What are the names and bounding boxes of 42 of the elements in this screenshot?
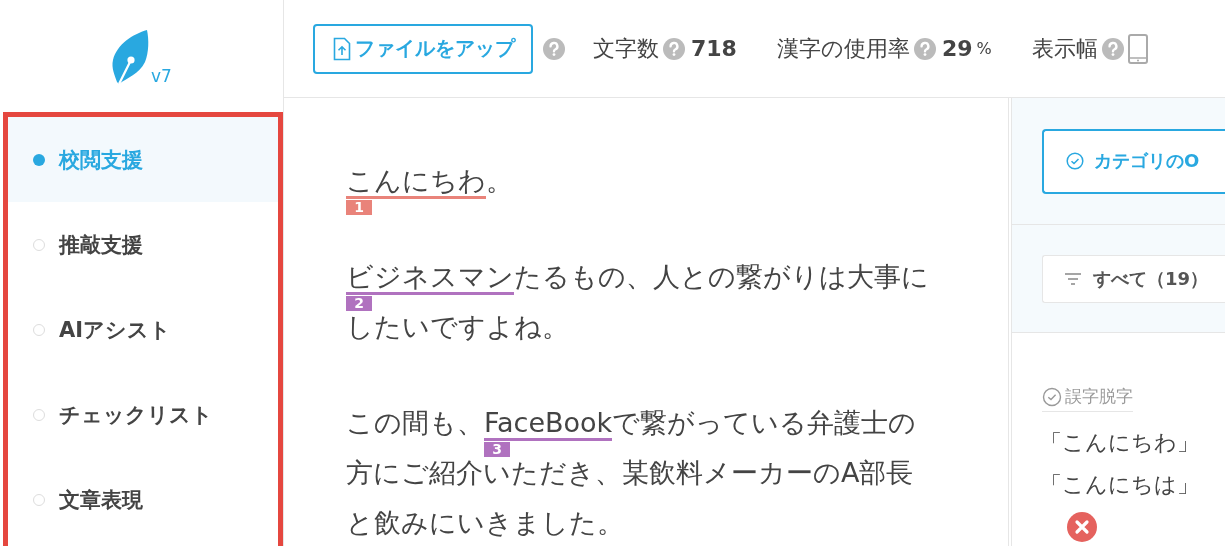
version-label: v7: [151, 66, 172, 86]
stat-value: 29: [941, 36, 973, 61]
stat-label: 表示幅: [1031, 34, 1098, 63]
body-text: この間も、: [346, 407, 484, 438]
phone-icon[interactable]: [1127, 33, 1148, 64]
help-icon[interactable]: [913, 37, 936, 60]
body-text: と飲みにいきました。: [346, 507, 624, 538]
filter-dropdown[interactable]: すべて（19）: [1042, 254, 1225, 303]
radio-dot-icon: [33, 408, 45, 421]
body-text: 。: [486, 165, 513, 196]
stat-label: 漢字の使用率: [776, 34, 910, 63]
help-icon[interactable]: [663, 37, 685, 60]
sidebar-item[interactable]: 推敲支援: [8, 202, 278, 287]
body-text: したいですよね。: [346, 311, 569, 342]
flagged-text[interactable]: ビジネスマン: [346, 261, 514, 292]
flagged-text[interactable]: FaceBook: [484, 407, 613, 438]
help-icon[interactable]: [543, 37, 565, 60]
check-circle-icon: [1066, 152, 1084, 170]
radio-dot-icon: [33, 323, 45, 336]
check-circle-icon: [1042, 386, 1062, 407]
filter-icon: [1065, 272, 1081, 285]
sidebar-item[interactable]: AIアシスト: [8, 287, 278, 372]
radio-dot-icon: [33, 238, 45, 251]
radio-dot-icon: [33, 493, 45, 506]
original-text: 「こんにちわ」: [1040, 429, 1200, 457]
stat-value: 718: [691, 36, 737, 61]
close-icon[interactable]: [1067, 512, 1097, 542]
radio-dot-icon: [33, 153, 45, 166]
issue-number[interactable]: 2: [346, 296, 372, 311]
sidebar-item[interactable]: チェックリスト: [8, 372, 278, 457]
stat-unit: %: [976, 39, 992, 58]
file-upload-icon: [333, 36, 351, 61]
body-text: で繋がっている弁護士の: [612, 407, 917, 438]
stat-label: 文字数: [593, 34, 659, 63]
body-text: 方にご紹介いただき、某飲料メーカーのA部長: [346, 457, 914, 488]
suggested-text: 「こんにちは」: [1040, 471, 1200, 499]
body-text: たるもの、人との繋がりは大事に: [514, 261, 929, 292]
help-icon[interactable]: [1101, 37, 1124, 60]
category-label: 誤字脱字: [1065, 385, 1133, 408]
issue-number[interactable]: 3: [484, 442, 510, 457]
sidebar-item[interactable]: 文章表現: [8, 457, 278, 542]
flagged-text[interactable]: こんにちわ: [346, 165, 486, 196]
